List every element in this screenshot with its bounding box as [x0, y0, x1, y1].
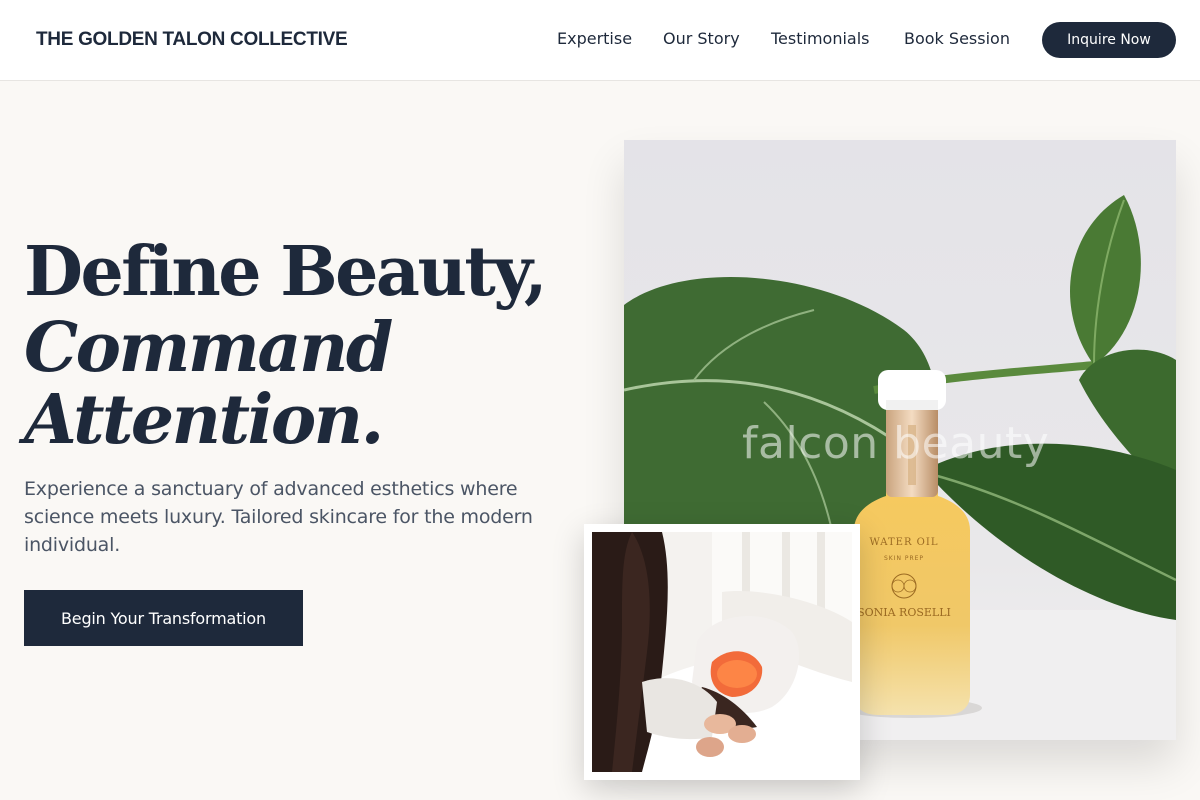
- brand-logo[interactable]: THE GOLDEN TALON COLLECTIVE: [36, 29, 348, 51]
- hero-title: Define Beauty, Command Attention.: [24, 232, 548, 460]
- nav-testimonials[interactable]: Testimonials: [771, 29, 870, 48]
- bottle-label-subtitle: SKIN PREP: [884, 555, 924, 562]
- nav-our-story[interactable]: Our Story: [663, 29, 740, 48]
- watermark-text: falcon beauty: [742, 418, 1050, 469]
- inquire-now-button[interactable]: Inquire Now: [1042, 22, 1176, 58]
- begin-transformation-button[interactable]: Begin Your Transformation: [24, 590, 303, 646]
- hero-title-line-3: Attention.: [24, 380, 384, 460]
- site-header: THE GOLDEN TALON COLLECTIVE Expertise Ou…: [0, 0, 1200, 81]
- hero-title-line-1: Define Beauty,: [24, 232, 548, 312]
- treatment-photo-card: [584, 524, 860, 780]
- hero-subtitle: Experience a sanctuary of advanced esthe…: [24, 478, 533, 556]
- treatment-photo-graphic: [592, 532, 852, 772]
- bottle-brand-label: SONIA ROSELLI: [857, 606, 951, 619]
- nav-expertise[interactable]: Expertise: [557, 29, 632, 48]
- treatment-photo: [592, 532, 852, 772]
- hero-title-line-2: Command: [24, 308, 393, 388]
- bottle-label-title: WATER OIL: [870, 537, 939, 548]
- nav-book-session[interactable]: Book Session: [904, 29, 1010, 48]
